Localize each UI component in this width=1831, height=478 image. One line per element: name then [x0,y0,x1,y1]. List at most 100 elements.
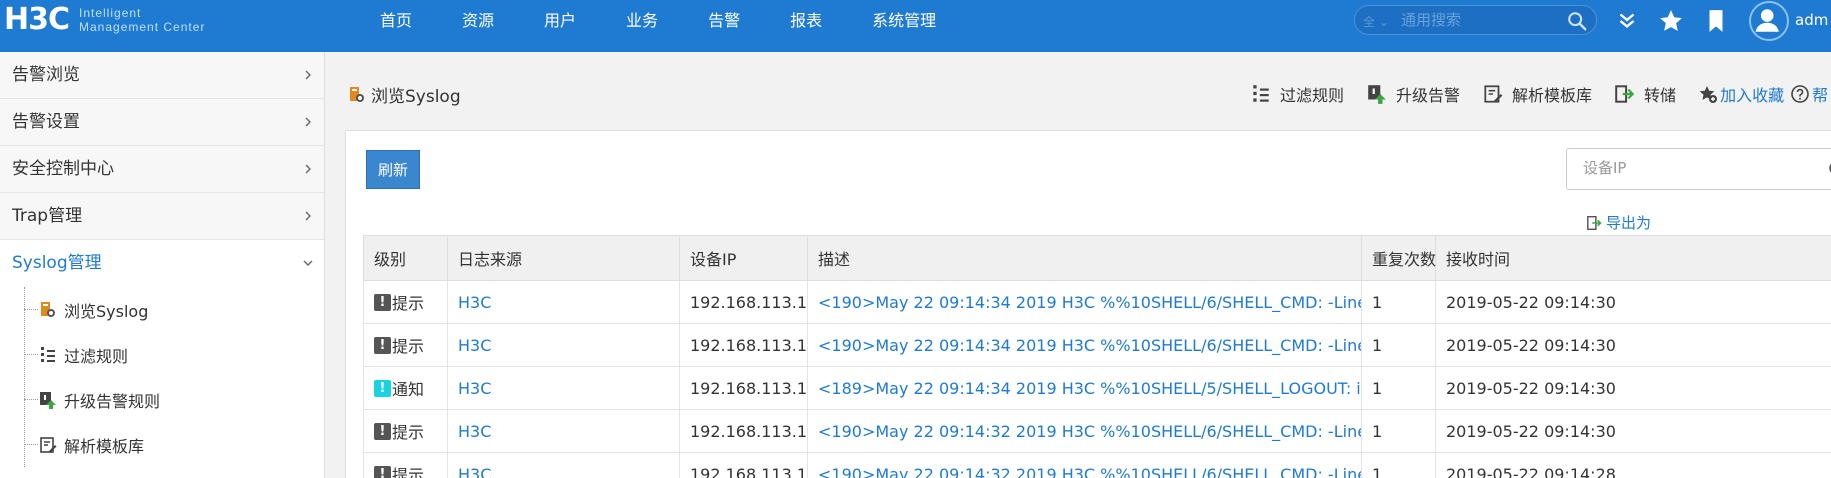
device-ip-search [1566,148,1831,190]
bookmark-icon[interactable] [1703,8,1729,34]
sidebar-item-label: 告警浏览 [12,65,80,85]
cell-ip: 192.168.113.116 [679,366,808,410]
sidebar-subitem-browse-syslog[interactable]: 浏览Syslog [24,287,324,332]
level-alert-icon: ! [374,336,391,354]
cell-level: ! 提示 [363,280,448,324]
global-search-input[interactable] [1401,9,1561,31]
sidebar-item-label: Syslog管理 [12,253,102,273]
page-header: 浏览Syslog 过滤规则 升级告警 解析模板库 转储 加入收藏 帮 [325,52,1831,130]
device-ip-input[interactable] [1583,159,1783,177]
cell-receive-time: 2019-05-22 09:14:30 [1435,280,1831,324]
avatar[interactable] [1749,1,1789,41]
col-header-level[interactable]: 级别 [363,235,448,281]
cell-description[interactable]: <190>May 22 09:14:34 2019 H3C %%10SHELL/… [807,280,1362,324]
level-label: 提示 [392,466,425,478]
nav-users[interactable]: 用户 [544,0,576,42]
cell-source[interactable]: H3C [447,366,680,410]
dump-button[interactable]: 转储 [1614,82,1676,106]
filter-rule-icon [1253,85,1269,102]
cell-ip: 192.168.113.116 [679,452,808,478]
table-row[interactable]: !提示 H3C192.168.113.116<190>May 22 09:14:3… [363,452,1831,478]
action-label: 转储 [1644,86,1677,105]
browse-syslog-icon [350,86,364,102]
action-label: 升级告警 [1396,86,1461,105]
tree-branch [24,309,38,310]
user-name[interactable]: adm [1795,11,1828,29]
add-favorite-link[interactable]: 加入收藏 [1698,82,1784,106]
cell-repeat-count: 1 [1361,452,1436,478]
filter-rules-button[interactable]: 过滤规则 [1250,82,1344,106]
cell-source[interactable]: H3C [447,409,680,453]
sidebar-subitem-filter-rules[interactable]: 过滤规则 [24,332,324,377]
table-row[interactable]: !通知 H3C192.168.113.116<189>May 22 09:14:3… [363,366,1831,410]
sidebar-subitem-template-library[interactable]: 解析模板库 [24,422,324,467]
export-link[interactable]: 导出为 [1586,212,1651,233]
favorite-label: 加入收藏 [1720,86,1785,105]
tree-branch [24,399,38,400]
logo-subtitle-line2: Management Center [79,20,206,34]
sidebar-item-label: Trap管理 [12,206,83,226]
chevron-right-icon [305,70,311,80]
h3c-logo[interactable]: H3C Intelligent Management Center [4,2,205,42]
page-title: 浏览Syslog [347,82,461,107]
cell-repeat-count: 1 [1361,409,1436,453]
nav-reports[interactable]: 报表 [790,0,822,42]
sidebar-item-alarm-browse[interactable]: 告警浏览 [0,52,324,99]
sidebar-item-trap[interactable]: Trap管理 [0,193,324,240]
cell-source[interactable]: H3C [447,452,680,478]
search-icon[interactable] [1566,10,1588,32]
col-header-description[interactable]: 描述 [807,235,1362,281]
star-add-icon [1699,86,1718,103]
col-header-receive-time[interactable]: 接收时间 [1435,235,1831,281]
search-scope-dropdown[interactable]: 全 ⌄ [1363,13,1389,30]
sidebar-item-alarm-settings[interactable]: 告警设置 [0,99,324,146]
level-label: 通知 [392,380,425,399]
cell-receive-time: 2019-05-22 09:14:30 [1435,323,1831,367]
page-title-text: 浏览Syslog [371,87,461,107]
sidebar-subitem-upgrade-alarm[interactable]: 升级告警规则 [24,377,324,422]
top-bar: H3C Intelligent Management Center 首页 资源 … [0,0,1831,52]
table-row[interactable]: !提示H3C192.168.113.116<190>May 22 09:14:3… [363,280,1831,324]
template-library-button[interactable]: 解析模板库 [1482,82,1592,106]
logo-subtitle-line1: Intelligent [79,6,142,20]
search-icon[interactable] [1827,159,1831,181]
refresh-button[interactable]: 刷新 [366,150,420,189]
search-scope-label: 全 [1363,15,1376,29]
sidebar-item-syslog[interactable]: Syslog管理 [0,240,324,287]
cell-source[interactable]: H3C [447,323,680,367]
nav-home[interactable]: 首页 [380,0,412,42]
col-header-source[interactable]: 日志来源 [447,235,680,281]
cell-description[interactable]: <189>May 22 09:14:34 2019 H3C %%10SHELL/… [807,366,1362,410]
cell-level: ! 提示 [363,409,448,453]
global-search: 全 ⌄ [1354,5,1597,35]
star-icon[interactable] [1658,8,1684,34]
syslog-submenu: 浏览Syslog 过滤规则 升级告警规则 解析模板库 [0,287,324,467]
nav-system[interactable]: 系统管理 [872,0,936,42]
table-row[interactable]: !提示H3C192.168.113.116<190>May 22 09:14:3… [363,323,1831,367]
double-chevron-down-icon[interactable] [1614,8,1640,34]
cell-description[interactable]: <190>May 22 09:14:32 2019 H3C %%10SHELL/… [807,409,1362,453]
main-nav: 首页 资源 用户 业务 告警 报表 系统管理 [380,0,986,42]
sidebar-item-security-center[interactable]: 安全控制中心 [0,146,324,193]
table-row[interactable]: !提示H3C192.168.113.116<190>May 22 09:14:3… [363,409,1831,453]
level-label: 提示 [392,423,425,442]
nav-alarms[interactable]: 告警 [708,0,740,42]
tree-line [24,287,25,467]
col-header-ip[interactable]: 设备IP [679,235,808,281]
cell-repeat-count: 1 [1361,323,1436,367]
col-header-repeat-count[interactable]: 重复次数 [1361,235,1436,281]
page-actions: 过滤规则 升级告警 解析模板库 转储 加入收藏 帮 [1250,82,1831,106]
level-label: 提示 [392,294,425,313]
level-alert-icon: ! [374,465,391,478]
tree-branch [24,444,38,445]
cell-description[interactable]: <190>May 22 09:14:34 2019 H3C %%10SHELL/… [807,323,1362,367]
upgrade-alarm-button[interactable]: 升级告警 [1366,82,1460,106]
sidebar-item-label: 安全控制中心 [12,159,114,179]
cell-source[interactable]: H3C [447,280,680,324]
nav-resources[interactable]: 资源 [462,0,494,42]
nav-services[interactable]: 业务 [626,0,658,42]
cell-description[interactable]: <190>May 22 09:14:32 2019 H3C %%10SHELL/… [807,452,1362,478]
help-link[interactable]: 帮 [1790,82,1828,106]
level-alert-icon: ! [374,379,391,397]
tree-branch [24,354,38,355]
